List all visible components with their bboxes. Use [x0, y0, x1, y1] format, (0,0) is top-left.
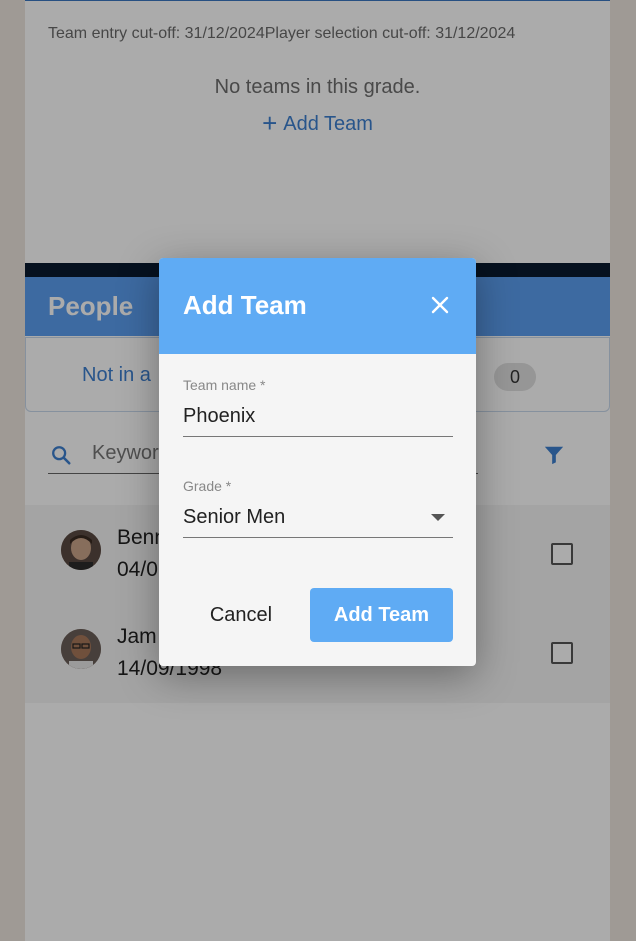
team-name-input[interactable]: Phoenix: [183, 405, 255, 428]
team-name-label: Team name *: [183, 377, 266, 393]
add-team-dialog: Add Team Team name * Phoenix Grade * Sen…: [159, 258, 476, 666]
close-icon[interactable]: [431, 296, 449, 314]
dialog-header: Add Team: [159, 258, 476, 354]
grade-label: Grade *: [183, 478, 232, 494]
grade-underline: [183, 537, 453, 538]
chevron-down-icon[interactable]: [431, 514, 445, 521]
dialog-title: Add Team: [183, 290, 307, 320]
grade-value[interactable]: Senior Men: [183, 506, 285, 529]
add-team-button[interactable]: Add Team: [310, 588, 453, 642]
cancel-button[interactable]: Cancel: [187, 588, 295, 642]
team-name-underline: [183, 436, 453, 437]
